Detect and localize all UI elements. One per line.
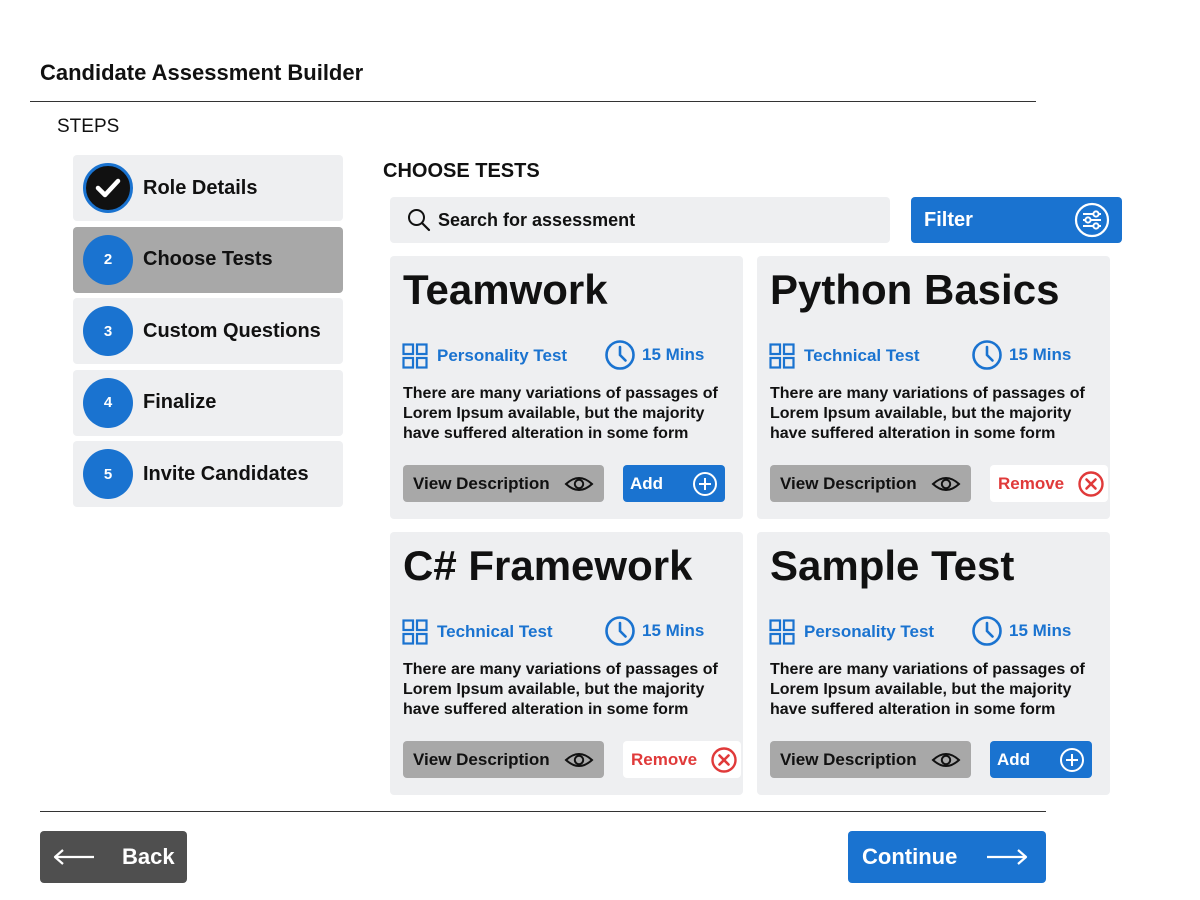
remove-button[interactable]: Remove xyxy=(623,741,741,778)
clock-icon xyxy=(972,616,1002,646)
remove-label: Remove xyxy=(631,749,698,769)
remove-button[interactable]: Remove xyxy=(990,465,1108,502)
sliders-icon xyxy=(1074,202,1110,238)
close-circle-icon xyxy=(711,746,737,773)
card-description: There are many variations of passages of… xyxy=(770,385,1085,442)
search-bar xyxy=(390,197,890,243)
test-type: Technical Test xyxy=(402,619,553,645)
filter-label: Filter xyxy=(924,208,973,231)
grid-icon xyxy=(769,343,795,369)
eye-icon xyxy=(931,752,961,767)
clock-icon xyxy=(605,340,635,370)
test-card-sample-test: Sample Test Personality Test 15 Mins The… xyxy=(757,532,1110,795)
step-label: Role Details xyxy=(143,176,258,199)
view-description-label: View Description xyxy=(413,473,550,493)
test-card-csharp-framework: C# Framework Technical Test 15 Mins Ther… xyxy=(390,532,743,795)
add-button[interactable]: Add xyxy=(990,741,1092,778)
view-description-button[interactable]: View Description xyxy=(770,465,971,502)
continue-label: Continue xyxy=(862,844,958,869)
grid-icon xyxy=(769,619,795,645)
step-choose-tests[interactable]: 2 Choose Tests xyxy=(73,226,343,293)
step-role-details[interactable]: Role Details xyxy=(73,155,343,221)
footer-divider xyxy=(40,811,1046,812)
step-number-badge: 4 xyxy=(83,377,133,428)
duration-label: 15 Mins xyxy=(642,345,705,364)
duration-label: 15 Mins xyxy=(1009,621,1072,640)
back-label: Back xyxy=(122,844,175,869)
add-label: Add xyxy=(997,749,1031,769)
test-type: Personality Test xyxy=(402,343,567,369)
card-title: Teamwork xyxy=(403,266,608,313)
clock-icon xyxy=(972,340,1002,370)
card-description: There are many variations of passages of… xyxy=(770,661,1085,718)
step-number-badge: 5 xyxy=(83,449,133,499)
card-description: There are many variations of passages of… xyxy=(403,385,718,442)
test-type: Technical Test xyxy=(769,343,920,369)
arrow-right-icon xyxy=(987,849,1028,865)
plus-circle-icon xyxy=(693,471,717,496)
card-title: C# Framework xyxy=(403,542,693,589)
steps-heading: STEPS xyxy=(57,116,120,137)
view-description-button[interactable]: View Description xyxy=(403,741,604,778)
test-duration: 15 Mins xyxy=(604,615,704,647)
step-label: Custom Questions xyxy=(143,319,321,342)
view-description-button[interactable]: View Description xyxy=(403,465,604,502)
add-label: Add xyxy=(630,473,664,493)
test-card-python-basics: Python Basics Technical Test 15 Mins The… xyxy=(757,256,1110,519)
add-button[interactable]: Add xyxy=(623,465,725,502)
arrow-left-icon xyxy=(53,849,94,865)
search-input[interactable] xyxy=(438,209,868,231)
test-duration: 15 Mins xyxy=(971,339,1071,371)
clock-icon xyxy=(605,616,635,646)
test-duration: 15 Mins xyxy=(604,339,704,371)
test-type-label: Technical Test xyxy=(804,346,920,365)
filter-button[interactable]: Filter xyxy=(911,197,1122,243)
search-icon xyxy=(408,209,431,232)
test-type-label: Technical Test xyxy=(437,622,553,641)
close-circle-icon xyxy=(1078,470,1104,497)
card-description: There are many variations of passages of… xyxy=(403,661,718,718)
step-number-badge: 2 xyxy=(83,234,133,285)
check-icon xyxy=(83,163,133,213)
eye-icon xyxy=(564,476,594,491)
view-description-label: View Description xyxy=(413,749,550,769)
back-button[interactable]: Back xyxy=(40,831,187,883)
plus-circle-icon xyxy=(1060,747,1084,772)
step-invite-candidates[interactable]: 5 Invite Candidates xyxy=(73,441,343,507)
test-type: Personality Test xyxy=(769,619,934,645)
section-title: CHOOSE TESTS xyxy=(383,160,540,182)
duration-label: 15 Mins xyxy=(642,621,705,640)
app-title: Candidate Assessment Builder xyxy=(40,60,364,85)
duration-label: 15 Mins xyxy=(1009,345,1072,364)
step-label: Invite Candidates xyxy=(143,462,309,485)
step-custom-questions[interactable]: 3 Custom Questions xyxy=(73,298,343,364)
step-number-badge: 3 xyxy=(83,306,133,356)
view-description-label: View Description xyxy=(780,473,917,493)
test-duration: 15 Mins xyxy=(971,615,1071,647)
header-divider xyxy=(30,101,1036,102)
card-title: Sample Test xyxy=(770,542,1015,589)
steps-list: Role Details 2 Choose Tests 3 Custom Que… xyxy=(73,155,343,513)
grid-icon xyxy=(402,619,428,645)
view-description-button[interactable]: View Description xyxy=(770,741,971,778)
test-card-teamwork: Teamwork Personality Test 15 Mins There … xyxy=(390,256,743,519)
grid-icon xyxy=(402,343,428,369)
remove-label: Remove xyxy=(998,473,1065,493)
view-description-label: View Description xyxy=(780,749,917,769)
card-title: Python Basics xyxy=(770,266,1060,313)
test-type-label: Personality Test xyxy=(437,346,568,365)
continue-button[interactable]: Continue xyxy=(848,831,1046,883)
step-label: Finalize xyxy=(143,391,217,413)
step-finalize[interactable]: 4 Finalize xyxy=(73,369,343,436)
step-label: Choose Tests xyxy=(143,248,273,270)
eye-icon xyxy=(564,752,594,767)
test-type-label: Personality Test xyxy=(804,622,935,641)
eye-icon xyxy=(931,476,961,491)
